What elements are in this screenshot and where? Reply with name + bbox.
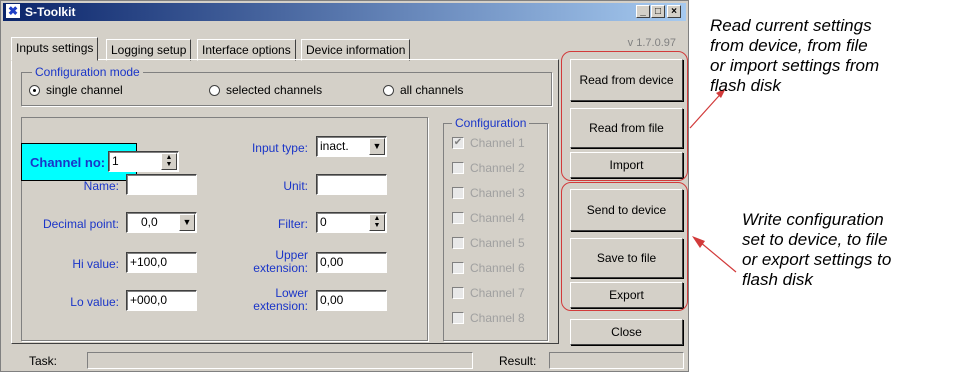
write-annotation-line2: set to device, to file — [742, 230, 888, 249]
read-annotation-line4: flash disk — [710, 76, 781, 95]
read-annotation-line2: from device, from file — [710, 36, 868, 55]
write-annotation-line3: or export settings to — [742, 250, 892, 269]
write-annotation-line4: flash disk — [742, 270, 813, 289]
write-annotation: Write configuration set to device, to fi… — [742, 210, 891, 290]
tab-inputs-settings[interactable]: Inputs settings — [11, 37, 99, 61]
write-callout-arrow — [692, 236, 737, 273]
read-annotation: Read current settings from device, from … — [710, 16, 879, 96]
read-annotation-line3: or import settings from — [710, 56, 880, 75]
read-annotation-line1: Read current settings — [710, 16, 872, 35]
write-annotation-line1: Write configuration — [742, 210, 884, 229]
